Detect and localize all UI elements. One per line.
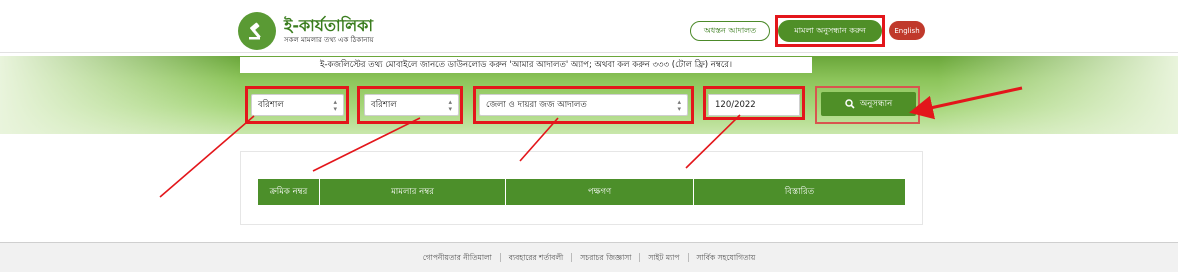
arrow-to-case-number	[685, 114, 741, 169]
arrow-to-search	[909, 86, 1023, 120]
arrow-to-division	[159, 115, 255, 198]
arrow-to-court	[519, 117, 559, 162]
arrow-to-district	[312, 117, 421, 172]
annotation-arrows	[159, 86, 1023, 198]
